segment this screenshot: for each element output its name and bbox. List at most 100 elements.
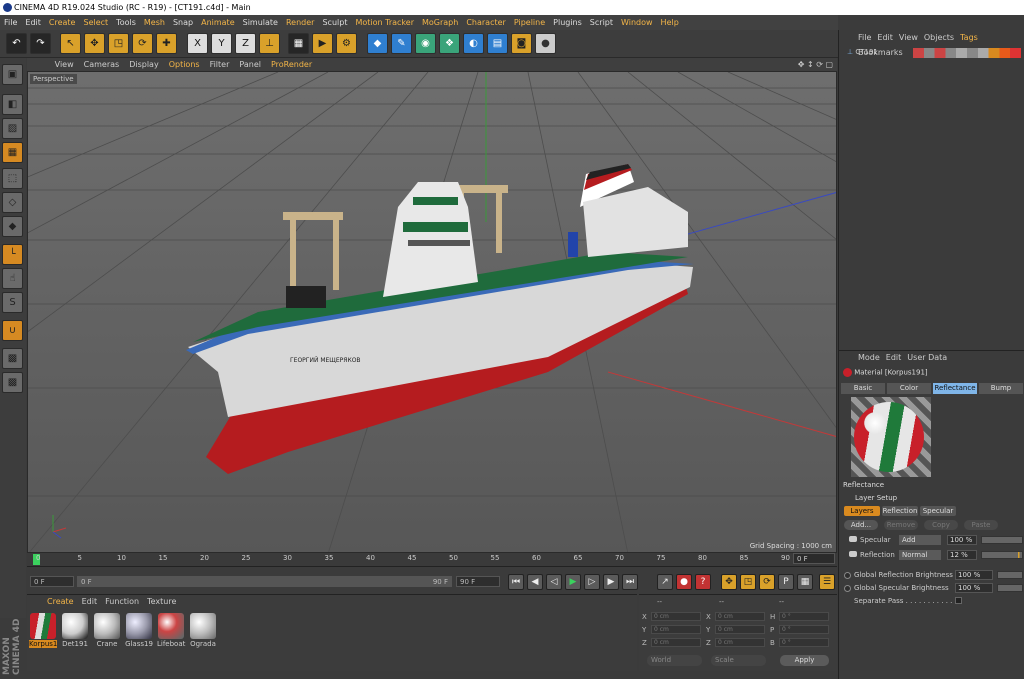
key-param-icon[interactable]: P xyxy=(778,574,794,590)
key-scale-icon[interactable]: ◳ xyxy=(740,574,756,590)
render-settings-icon[interactable]: ⚙ xyxy=(336,33,357,54)
material-menu-create[interactable]: Create xyxy=(43,595,78,609)
viewport-menu-prorender[interactable]: ProRender xyxy=(266,58,317,71)
pen-icon[interactable]: ✎ xyxy=(391,33,412,54)
texture-mode-icon[interactable]: ▨ xyxy=(2,118,23,139)
coord-value-input[interactable]: 0 cm xyxy=(715,625,765,634)
points-mode-icon[interactable]: ⬚ xyxy=(2,168,23,189)
material-swatch[interactable]: Det191 xyxy=(61,613,89,648)
material-preview[interactable] xyxy=(851,397,931,477)
move-icon[interactable]: ✥ xyxy=(84,33,105,54)
goto-end-icon[interactable]: ⏭ xyxy=(622,574,638,590)
attribute-menu-mode[interactable]: Mode xyxy=(855,351,883,365)
coord-value-input[interactable]: 0 cm xyxy=(651,625,701,634)
material-swatch[interactable]: Crane xyxy=(93,613,121,648)
viewport-menu-view[interactable]: View xyxy=(50,58,79,71)
object-row-ct191[interactable]: ⊥ CT191 xyxy=(847,48,1023,59)
tweak-mode-icon[interactable]: ☝ xyxy=(2,268,23,289)
light-icon[interactable]: ● xyxy=(535,33,556,54)
layer-paste-button[interactable]: Paste xyxy=(964,520,998,530)
prev-key-icon[interactable]: ◀ xyxy=(527,574,543,590)
menu-plugins[interactable]: Plugins xyxy=(549,15,586,30)
select-icon[interactable]: ↖ xyxy=(60,33,81,54)
apply-button[interactable]: Apply xyxy=(780,655,829,666)
menu-script[interactable]: Script xyxy=(586,15,617,30)
key-rotation-icon[interactable]: ⟳ xyxy=(759,574,775,590)
z-axis-icon[interactable]: Z xyxy=(235,33,256,54)
coord-value-input[interactable]: 0 ° xyxy=(779,638,829,647)
3d-viewport[interactable]: ГЕОРГИЙ МЕЩЕРЯКОВ Perspective Grid Spaci… xyxy=(27,71,837,553)
material-menu-function[interactable]: Function xyxy=(101,595,143,609)
menu-window[interactable]: Window xyxy=(617,15,657,30)
viewport-menu-options[interactable]: Options xyxy=(164,58,205,71)
tab-color[interactable]: Color xyxy=(887,383,931,394)
polygons-mode-icon[interactable]: ◆ xyxy=(2,216,23,237)
specular-strength-slider[interactable] xyxy=(981,536,1023,544)
menu-snap[interactable]: Snap xyxy=(169,15,197,30)
record-key-icon[interactable]: ● xyxy=(676,574,692,590)
play-icon[interactable]: ▶ xyxy=(565,574,581,590)
menu-character[interactable]: Character xyxy=(462,15,510,30)
current-frame-field[interactable]: 0 F xyxy=(793,553,835,564)
object-menu-view[interactable]: View xyxy=(896,30,921,45)
timeline-ruler[interactable]: 0 F 0 5 10 15 20 25 30 35 40 45 50 55 60 65 70 75 80 85 90 xyxy=(27,553,837,567)
axis-mode-icon[interactable]: └ xyxy=(2,244,23,265)
attribute-menu-edit[interactable]: Edit xyxy=(883,351,905,365)
subdivide-icon[interactable]: ◉ xyxy=(415,33,436,54)
key-position-icon[interactable]: ✥ xyxy=(721,574,737,590)
coord-system-dropdown[interactable]: World xyxy=(647,655,702,666)
global-specular-slider[interactable] xyxy=(997,584,1023,592)
autokey-icon[interactable]: ? xyxy=(695,574,711,590)
menu-pipeline[interactable]: Pipeline xyxy=(510,15,549,30)
camera-icon[interactable]: ◙ xyxy=(511,33,532,54)
coord-system-icon[interactable]: ⊥ xyxy=(259,33,280,54)
reflection-mode-dropdown[interactable]: Normal xyxy=(899,550,941,560)
magnet-icon[interactable]: ∪ xyxy=(2,320,23,341)
cloner-icon[interactable]: ❖ xyxy=(439,33,460,54)
menu-file[interactable]: File xyxy=(0,15,21,30)
layer-tab-layers[interactable]: Layers xyxy=(844,506,880,516)
y-axis-icon[interactable]: Y xyxy=(211,33,232,54)
snap-icon[interactable]: S xyxy=(2,292,23,313)
reflection-strength-slider[interactable] xyxy=(981,551,1023,559)
menu-create[interactable]: Create xyxy=(45,15,80,30)
next-key-icon[interactable]: ▶ xyxy=(603,574,619,590)
object-menu-tags[interactable]: Tags xyxy=(957,30,981,45)
material-swatch[interactable]: Korpus1 xyxy=(29,613,57,648)
menu-motion-tracker[interactable]: Motion Tracker xyxy=(351,15,418,30)
tab-reflectance[interactable]: Reflectance xyxy=(933,383,977,394)
undo-icon[interactable]: ↶ xyxy=(6,33,27,54)
specular-mode-dropdown[interactable]: Add xyxy=(899,535,941,545)
viewport-menu-filter[interactable]: Filter xyxy=(205,58,235,71)
frame-range-slider[interactable]: 0 F 90 F xyxy=(77,576,452,587)
object-menu-objects[interactable]: Objects xyxy=(921,30,957,45)
attribute-menu-user-data[interactable]: User Data xyxy=(904,351,950,365)
material-tags-strip[interactable] xyxy=(913,48,1021,58)
reflection-strength-input[interactable]: 12 % xyxy=(947,550,977,560)
lock-workplane-icon[interactable]: ▩ xyxy=(2,348,23,369)
live-icon[interactable]: ✚ xyxy=(156,33,177,54)
rotate-icon[interactable]: ⟳ xyxy=(132,33,153,54)
menu-mesh[interactable]: Mesh xyxy=(140,15,169,30)
viewport-menu-cameras[interactable]: Cameras xyxy=(79,58,125,71)
x-axis-icon[interactable]: X xyxy=(187,33,208,54)
specular-visibility-icon[interactable] xyxy=(849,536,857,542)
reflection-visibility-icon[interactable] xyxy=(849,551,857,557)
tab-basic[interactable]: Basic xyxy=(841,383,885,394)
separate-pass-checkbox[interactable] xyxy=(955,597,962,604)
edges-mode-icon[interactable]: ◇ xyxy=(2,192,23,213)
key-pla-icon[interactable]: ▦ xyxy=(797,574,813,590)
coord-value-input[interactable]: 0 cm xyxy=(651,612,701,621)
global-reflection-radio[interactable] xyxy=(844,572,851,579)
render-view-icon[interactable]: ▦ xyxy=(288,33,309,54)
workplane-grid-icon[interactable]: ▩ xyxy=(2,372,23,393)
make-editable-icon[interactable]: ▣ xyxy=(2,64,23,85)
layer-tab-reflection[interactable]: Reflection xyxy=(882,506,918,516)
object-menu-edit[interactable]: Edit xyxy=(874,30,896,45)
deformer-icon[interactable]: ◐ xyxy=(463,33,484,54)
coord-scale-dropdown[interactable]: Scale xyxy=(711,655,766,666)
floor-icon[interactable]: ▤ xyxy=(487,33,508,54)
specular-strength-input[interactable]: 100 % xyxy=(947,535,977,545)
coord-value-input[interactable]: 0 cm xyxy=(715,638,765,647)
coord-value-input[interactable]: 0 cm xyxy=(715,612,765,621)
